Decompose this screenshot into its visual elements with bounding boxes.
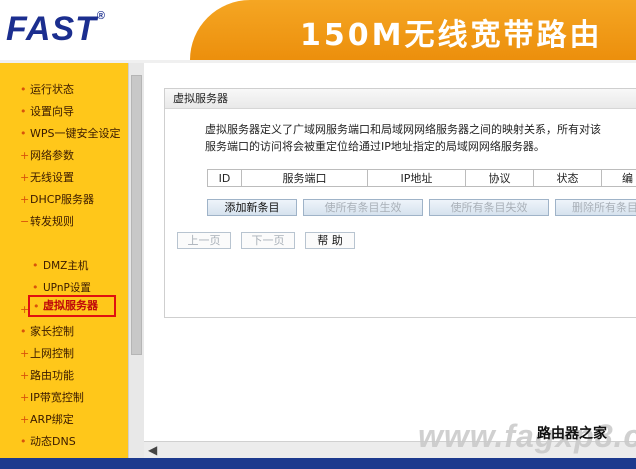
sidebar-item-label: 家长控制 <box>30 325 74 338</box>
menu-list: • 运行状态 • 设置向导 • WPS一键安全设定 + 网络参数 + 无线设置 + DHCP服务器 − 转… <box>0 63 128 453</box>
column-header-id: ID <box>207 170 241 187</box>
plus-icon: + <box>20 149 30 162</box>
sidebar-item-label: 运行状态 <box>30 83 74 96</box>
description-line: 服务端口的访问将会被重定位给通过IP地址指定的局域网网络服务器。 <box>205 140 545 153</box>
sidebar-item[interactable]: + 无线设置 <box>0 167 128 189</box>
footer-bar <box>0 458 636 469</box>
watermark-site-name: 路由器之家 <box>537 426 607 442</box>
scroll-left-icon[interactable]: ◀ <box>148 442 157 458</box>
minus-icon: − <box>20 215 30 228</box>
help-button[interactable]: 帮 助 <box>305 232 355 249</box>
sidebar-item-label: DMZ主机 <box>43 260 89 272</box>
plus-icon: + <box>20 347 30 360</box>
bullet-icon: • <box>20 83 27 96</box>
sidebar-item-label: 无线设置 <box>30 171 74 184</box>
header: FAST® 150M无线宽带路由 <box>0 0 636 60</box>
plus-icon: + <box>20 171 30 184</box>
sidebar-item[interactable]: + 上网控制 <box>0 343 128 365</box>
disable-all-button[interactable]: 使所有条目失效 <box>429 199 549 216</box>
product-title: 150M无线宽带路由 <box>300 18 603 53</box>
sidebar-item-label: WPS一键安全设定 <box>30 127 121 140</box>
sidebar-scrollbar-thumb[interactable] <box>131 75 142 355</box>
sidebar-item-label: 路由功能 <box>30 369 74 382</box>
bullet-icon: • <box>20 105 27 118</box>
sidebar-item[interactable]: + ARP绑定 <box>0 409 128 431</box>
sidebar-item[interactable]: • WPS一键安全设定 <box>0 123 128 145</box>
sidebar-item-label: 网络参数 <box>30 149 74 162</box>
sidebar-item-label: ARP绑定 <box>30 413 74 426</box>
fast-logo: FAST® <box>6 10 107 48</box>
bullet-icon: • <box>20 325 27 338</box>
plus-icon: + <box>20 369 30 382</box>
sidebar-menu: • 运行状态 • 设置向导 • WPS一键安全设定 + 网络参数 + 无线设置 + DHCP服务器 − 转… <box>0 63 128 458</box>
bullet-icon: • <box>32 259 39 272</box>
plus-icon: + <box>20 193 30 206</box>
description-line: 虚拟服务器定义了广域网服务端口和局域网网络服务器之间的映射关系，所有对该 <box>205 123 601 136</box>
sidebar-item-label: 设置向导 <box>30 105 74 118</box>
sidebar-item[interactable]: − 转发规则 <box>0 211 128 233</box>
prev-page-button[interactable]: 上一页 <box>177 232 231 249</box>
sidebar-item[interactable]: + IP带宽控制 <box>0 387 128 409</box>
sidebar-item-label: 转发规则 <box>30 215 74 228</box>
enable-all-button[interactable]: 使所有条目生效 <box>303 199 423 216</box>
sidebar-item[interactable]: + DHCP服务器 <box>0 189 128 211</box>
virtual-server-panel: 虚拟服务器 虚拟服务器定义了广域网服务端口和局域网网络服务器之间的映射关系，所有… <box>164 88 636 318</box>
bullet-icon: • <box>20 435 27 448</box>
sidebar-item[interactable]: • 动态DNS <box>0 431 128 453</box>
main-content: 虚拟服务器 虚拟服务器定义了广域网服务端口和局域网网络服务器之间的映射关系，所有… <box>144 63 636 458</box>
sidebar-scrollbar[interactable] <box>128 63 144 458</box>
delete-all-button[interactable]: 删除所有条目 <box>555 199 636 216</box>
sidebar-item-label: IP带宽控制 <box>30 391 84 404</box>
sidebar-item[interactable]: • DMZ主机 <box>0 255 128 277</box>
sidebar-item-label: 虚拟服务器 <box>43 299 98 312</box>
panel-title: 虚拟服务器 <box>165 89 636 109</box>
logo-area: FAST® <box>0 0 160 60</box>
sidebar-item-label: DHCP服务器 <box>30 193 95 206</box>
plus-icon: + <box>20 391 30 404</box>
virtual-server-table: ID 服务端口 IP地址 协议 状态 编 <box>207 169 636 187</box>
bullet-icon: • <box>33 300 40 313</box>
sidebar-item[interactable]: + 路由功能 <box>0 365 128 387</box>
sidebar-item[interactable]: • 家长控制 <box>0 321 128 343</box>
sidebar-item[interactable]: • 设置向导 <box>0 101 128 123</box>
sidebar-item-label: 上网控制 <box>30 347 74 360</box>
column-header-protocol: 协议 <box>465 170 533 187</box>
router-admin-page: FAST® 150M无线宽带路由 • 运行状态 • 设置向导 • WPS一键安全设定 + 网络… <box>0 0 636 469</box>
column-header-edit: 编 <box>601 170 636 187</box>
column-header-status: 状态 <box>533 170 601 187</box>
next-page-button[interactable]: 下一页 <box>241 232 295 249</box>
column-header-service-port: 服务端口 <box>241 170 367 187</box>
panel-description: 虚拟服务器定义了广域网服务端口和局域网网络服务器之间的映射关系，所有对该 服务端… <box>205 121 636 155</box>
bullet-icon: • <box>20 127 27 140</box>
sidebar-item[interactable]: + 网络参数 <box>0 145 128 167</box>
add-entry-button[interactable]: 添加新条目 <box>207 199 297 216</box>
sidebar-item-label: 动态DNS <box>30 435 76 448</box>
sidebar-item-virtual-server[interactable]: • 虚拟服务器 <box>28 295 116 317</box>
sidebar-item[interactable]: • 运行状态 <box>0 79 128 101</box>
plus-icon: + <box>20 413 30 426</box>
column-header-ip: IP地址 <box>367 170 465 187</box>
